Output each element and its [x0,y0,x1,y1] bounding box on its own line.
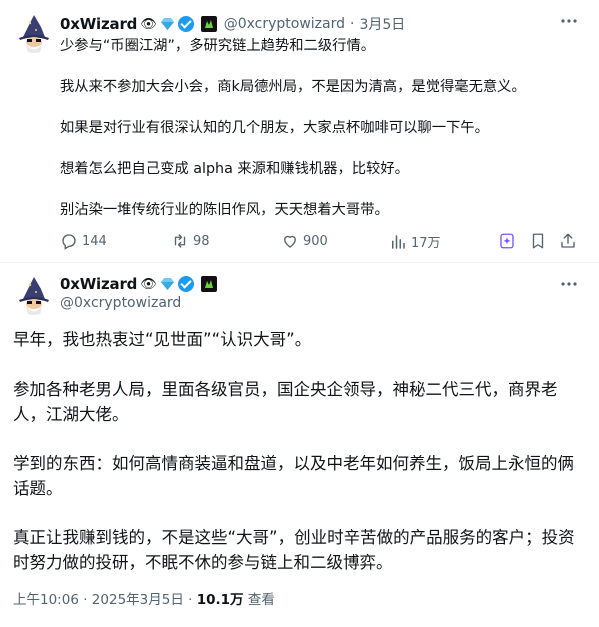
parent-header: 0xWizard 👁 @0xcryptowizard · 3月5日 [60,14,405,34]
more-icon[interactable] [560,12,578,35]
grok-button[interactable] [498,232,516,250]
diamond-emoji-icon [160,18,174,30]
affiliate-badge-icon[interactable] [200,276,217,292]
parent-tweet[interactable]: 0xWizard 👁 @0xcryptowizard · 3月5日 少参与“币圈… [0,0,599,262]
tweet-full-date[interactable]: 2025年3月5日 [92,592,184,608]
bookmark-icon [532,233,544,249]
separator: · [83,592,88,608]
like-icon [284,235,296,248]
diamond-emoji-icon [160,278,174,290]
separator: · [188,592,193,608]
like-count: 900 [303,233,328,249]
share-icon [561,233,575,248]
wizard-avatar-icon [19,277,49,315]
tweet-text-p5: 别沾染一堆传统行业的陈旧作风，天天想着大哥带。 [60,202,389,218]
retweet-icon [174,234,186,248]
retweet-count: 98 [193,233,210,249]
eye-emoji-icon: 👁 [140,16,157,32]
tweet-meta: 上午10:06 · 2025年3月5日 · 10.1万 查看 [13,588,275,608]
tweet-text-p1: 早年，我也热衷过“见世面”“认识大哥”。 [13,330,312,349]
tweet-text-p2: 我从来不参加大会小会，商k局德州局，不是因为清高，是觉得毫无意义。 [60,79,526,95]
more-icon[interactable] [560,275,578,298]
eye-emoji-icon: 👁 [140,276,157,292]
tweet-text-p1: 少参与“币圈江湖”，多研究链上趋势和二级行情。 [60,38,376,54]
reply-count: 144 [82,233,107,249]
display-name[interactable]: 0xWizard [60,275,137,293]
avatar[interactable] [14,13,54,53]
views-label: 查看 [247,592,275,608]
main-tweet: 0xWizard 👁 @0xcryptowizard 早年，我也热衷过“见世面”… [0,263,599,627]
main-header: 0xWizard 👁 [60,275,217,293]
views-count: 17万 [411,236,441,251]
views-count: 10.1万 [196,592,244,608]
tweet-text-p4: 真正让我赚到钱的，不是这些“大哥”，创业时辛苦做的产品服务的客户；投资时努力做的… [13,528,575,572]
tweet-text-p4: 想着怎么把自己变成 alpha 来源和赚钱机器，比较好。 [60,161,409,177]
reply-icon [62,234,76,250]
wizard-avatar-icon [19,15,49,53]
display-name[interactable]: 0xWizard [60,15,137,33]
affiliate-badge-icon[interactable] [200,16,217,32]
grok-icon [500,233,514,249]
views-icon [392,234,405,249]
verified-badge-icon[interactable] [177,16,194,32]
tweet-text-p2: 参加各种老男人局，里面各级官员，国企央企领导，神秘二代三代，商界老人，江湖大佬。 [13,380,558,424]
like-button[interactable]: 900 [281,232,328,250]
tweet-date[interactable]: 3月5日 [359,14,405,34]
tweet-time[interactable]: 上午10:06 [13,592,79,608]
verified-badge-icon[interactable] [177,276,194,292]
handle[interactable]: @0xcryptowizard [60,295,181,311]
tweet-text-p3: 如果是对行业有很深认知的几个朋友，大家点杯咖啡可以聊一下午。 [60,120,489,136]
reply-button[interactable]: 144 [60,232,107,250]
share-button[interactable] [559,232,577,250]
tweet-text-p3: 学到的东西：如何高情商装逼和盘道，以及中老年如何养生，饭局上永恒的俩话题。 [13,454,574,498]
views-button[interactable]: 17万 [389,232,441,251]
bookmark-button[interactable] [529,232,547,250]
separator: · [350,16,355,32]
avatar[interactable] [14,275,54,315]
retweet-button[interactable]: 98 [171,232,210,250]
handle[interactable]: @0xcryptowizard [224,16,345,32]
